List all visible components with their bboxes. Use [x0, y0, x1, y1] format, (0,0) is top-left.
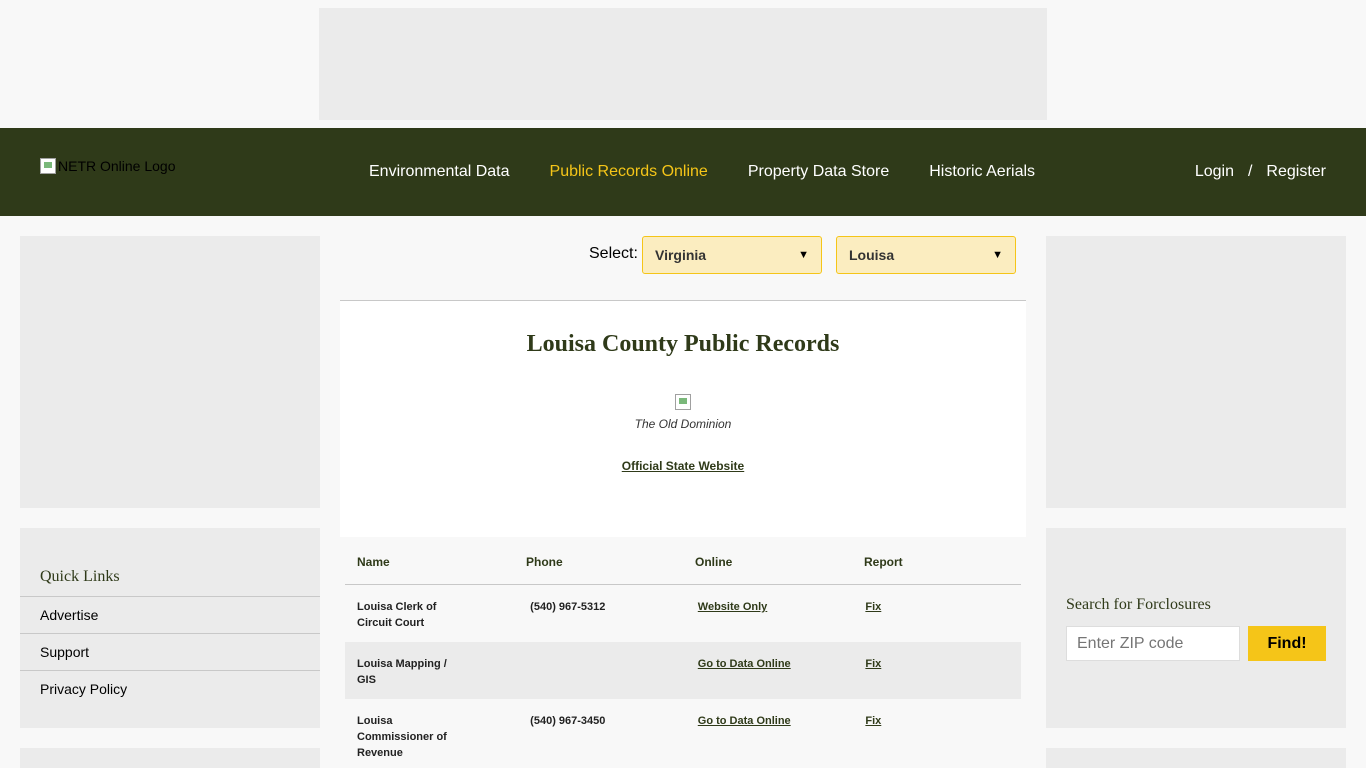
header-phone: Phone — [526, 555, 563, 569]
nav-environmental-data[interactable]: Environmental Data — [369, 163, 510, 181]
header-online: Online — [695, 555, 733, 569]
county-select[interactable]: Louisa ▼ — [836, 236, 1016, 274]
record-report-link[interactable]: Fix — [865, 658, 881, 670]
broken-image-icon — [40, 158, 56, 174]
chevron-down-icon: ▼ — [992, 249, 1003, 261]
state-select[interactable]: Virginia ▼ — [642, 236, 822, 274]
record-phone: (540) 967-3450 — [530, 715, 606, 727]
quick-link-advertise[interactable]: Advertise — [20, 597, 320, 634]
table-row: Louisa Commissioner of Revenue (540) 967… — [345, 699, 1021, 759]
location-select-row: Select: Virginia ▼ Louisa ▼ — [340, 236, 1026, 276]
quick-link-support[interactable]: Support — [20, 634, 320, 671]
site-logo[interactable]: NETR Online Logo — [40, 158, 176, 174]
header-report: Report — [864, 555, 903, 569]
record-report-link[interactable]: Fix — [865, 601, 881, 613]
auth-separator: / — [1247, 163, 1253, 180]
select-label: Select: — [589, 245, 638, 262]
main-navbar: NETR Online Logo Environmental Data Publ… — [0, 128, 1366, 216]
right-ad-box — [1046, 236, 1346, 508]
right-ad-box-lower — [1046, 748, 1346, 768]
record-name: Louisa Commissioner of Revenue — [357, 715, 447, 759]
records-table: Name Phone Online Report Louisa Clerk of… — [345, 540, 1021, 759]
zip-code-input[interactable] — [1066, 626, 1240, 661]
state-seal-image — [675, 394, 691, 410]
auth-links: Login / Register — [1195, 128, 1326, 216]
record-online-link[interactable]: Website Only — [698, 601, 767, 613]
left-ad-box-lower — [20, 748, 320, 768]
left-ad-box — [20, 236, 320, 508]
quick-links-panel: Quick Links Advertise Support Privacy Po… — [20, 528, 320, 728]
nav-historic-aerials[interactable]: Historic Aerials — [929, 163, 1035, 181]
table-row: Louisa Mapping / GIS Go to Data Online F… — [345, 642, 1021, 699]
record-online-link[interactable]: Go to Data Online — [698, 658, 791, 670]
record-name: Louisa Mapping / GIS — [357, 658, 447, 686]
quick-links-title: Quick Links — [20, 528, 320, 597]
top-ad-banner — [319, 8, 1047, 120]
page-title: Louisa County Public Records — [526, 331, 840, 357]
record-name: Louisa Clerk of Circuit Court — [357, 601, 437, 629]
county-info-card: Louisa County Public Records The Old Dom… — [340, 301, 1026, 537]
state-motto: The Old Dominion — [634, 417, 732, 431]
nav-public-records-online[interactable]: Public Records Online — [550, 163, 708, 181]
logo-alt-text: NETR Online Logo — [58, 158, 176, 174]
login-link[interactable]: Login — [1195, 163, 1234, 181]
register-link[interactable]: Register — [1266, 163, 1326, 181]
record-phone: (540) 967-5312 — [530, 601, 606, 613]
chevron-down-icon: ▼ — [798, 249, 809, 261]
county-select-value: Louisa — [849, 247, 895, 263]
table-row: Louisa Clerk of Circuit Court (540) 967-… — [345, 585, 1021, 642]
record-phone — [518, 656, 686, 699]
record-report-link[interactable]: Fix — [865, 715, 881, 727]
nav-links: Environmental Data Public Records Online… — [369, 128, 1075, 216]
quick-link-privacy-policy[interactable]: Privacy Policy — [20, 671, 320, 707]
state-select-value: Virginia — [655, 247, 707, 263]
table-header: Name Phone Online Report — [345, 540, 1021, 585]
nav-property-data-store[interactable]: Property Data Store — [748, 163, 889, 181]
foreclosure-search-title: Search for Forclosures — [1066, 596, 1211, 613]
foreclosure-search-panel: Search for Forclosures Find! — [1046, 528, 1346, 728]
header-name: Name — [357, 555, 390, 569]
official-state-website-link[interactable]: Official State Website — [622, 459, 744, 473]
find-button[interactable]: Find! — [1248, 626, 1326, 661]
record-online-link[interactable]: Go to Data Online — [698, 715, 791, 727]
